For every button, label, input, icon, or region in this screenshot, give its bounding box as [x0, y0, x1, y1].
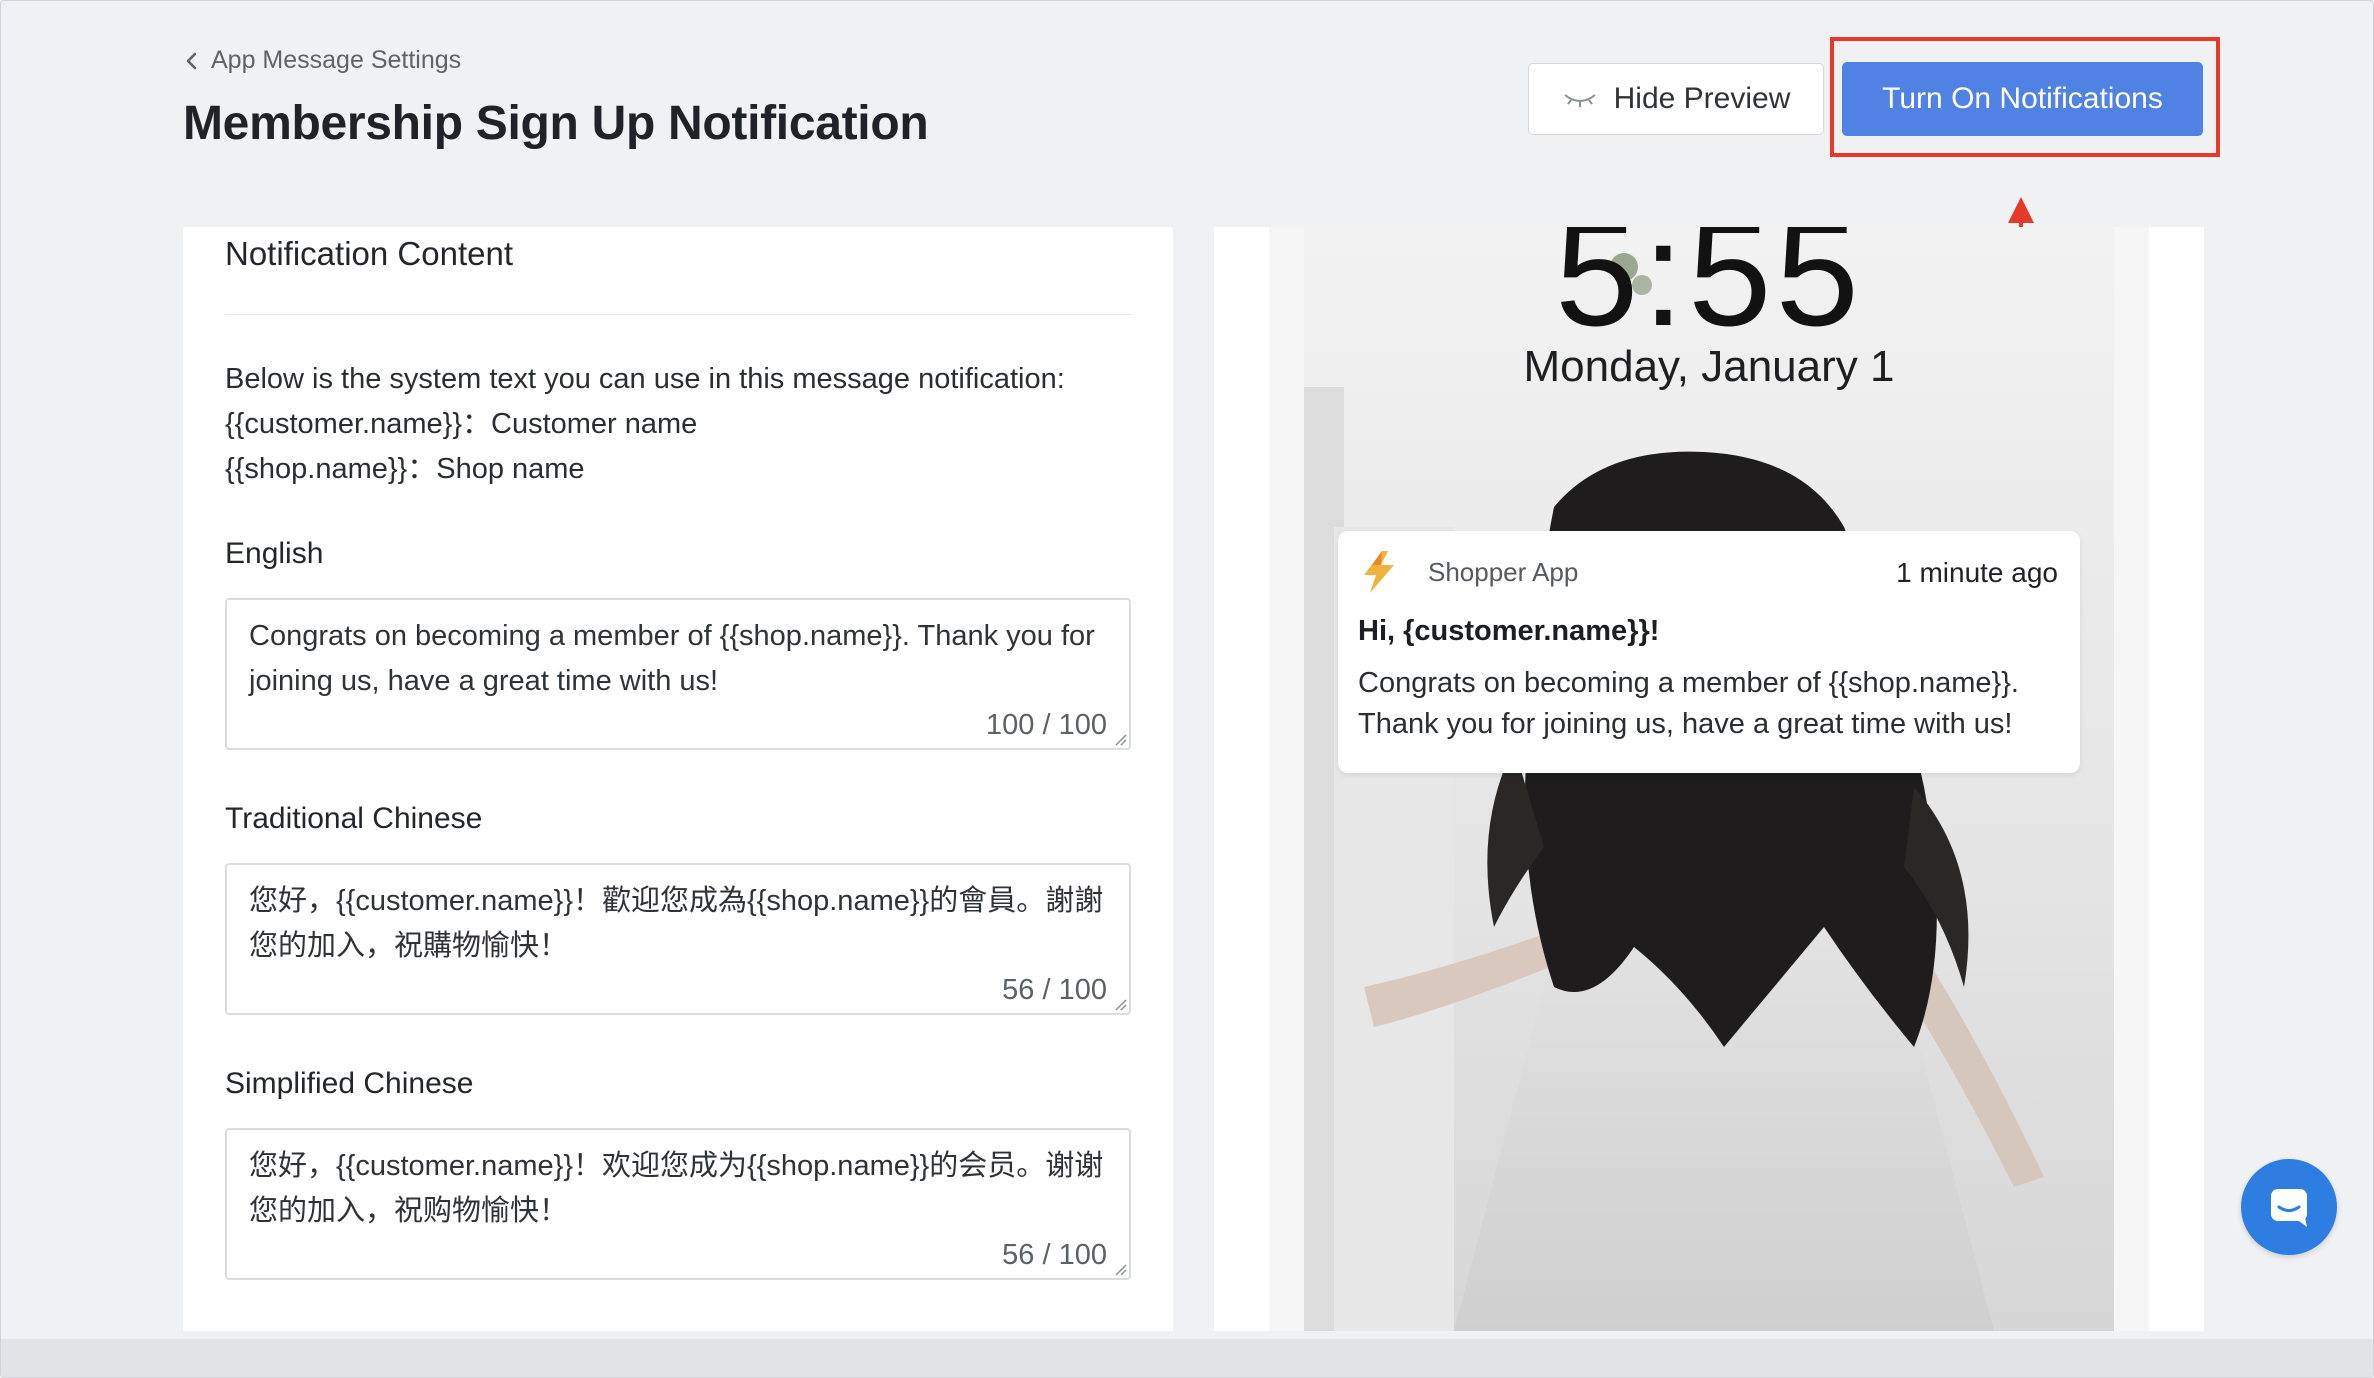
page-title: Membership Sign Up Notification — [183, 97, 929, 150]
english-message-text: Congrats on becoming a member of {{shop.… — [249, 620, 1095, 697]
turn-on-notifications-button[interactable]: Turn On Notifications — [1842, 62, 2203, 136]
chat-launcher-button[interactable] — [2241, 1159, 2337, 1255]
simplified-chinese-label: Simplified Chinese — [225, 1067, 474, 1100]
divider — [225, 314, 1131, 315]
bottom-bar — [1, 1339, 2373, 1377]
resize-handle-icon[interactable] — [1113, 997, 1127, 1011]
system-text-help: Below is the system text you can use in … — [225, 357, 1065, 492]
lock-screen-date: Monday, January 1 — [1523, 342, 1895, 391]
simplified-chinese-message-text: 您好，{{customer.name}}！欢迎您成为{{shop.name}}的… — [249, 1150, 1104, 1227]
traditional-chinese-message-textarea[interactable]: 您好，{{customer.name}}！歡迎您成為{{shop.name}}的… — [225, 863, 1131, 1015]
english-message-textarea[interactable]: Congrats on becoming a member of {{shop.… — [225, 598, 1131, 750]
traditional-chinese-label: Traditional Chinese — [225, 802, 483, 835]
system-text-intro: Below is the system text you can use in … — [225, 363, 1065, 395]
traditional-chinese-message-text: 您好，{{customer.name}}！歡迎您成為{{shop.name}}的… — [249, 885, 1104, 962]
lock-screen-clock: 5:55 — [1555, 227, 1863, 357]
notification-body: Congrats on becoming a member of {{shop.… — [1358, 667, 2019, 740]
chevron-left-icon — [186, 52, 197, 69]
notification-title: Hi, {customer.name}}! — [1358, 615, 1660, 647]
card-title: Notification Content — [225, 235, 513, 272]
resize-handle-icon[interactable] — [1113, 1262, 1127, 1276]
system-variable-customer: {{customer.name}}：Customer name — [225, 408, 698, 440]
phone-preview-card: 5:55 Monday, January 1 Shopper App 1 min… — [1214, 227, 2204, 1331]
chat-bubble-icon — [2271, 1189, 2307, 1227]
breadcrumb-label: App Message Settings — [211, 46, 462, 74]
app-window: App Message Settings Membership Sign Up … — [0, 0, 2374, 1378]
notification-content-card: Notification Content Below is the system… — [183, 227, 1173, 1331]
english-char-count: 100 / 100 — [986, 709, 1107, 741]
phone-lock-screen: 5:55 Monday, January 1 Shopper App 1 min… — [1304, 227, 2114, 1331]
eye-closed-icon — [1564, 94, 1596, 107]
breadcrumb[interactable]: App Message Settings — [181, 46, 461, 75]
simplified-chinese-message-textarea[interactable]: 您好，{{customer.name}}！欢迎您成为{{shop.name}}的… — [225, 1128, 1131, 1280]
english-label: English — [225, 537, 324, 570]
simplified-chinese-char-count: 56 / 100 — [1002, 1239, 1107, 1271]
traditional-chinese-char-count: 56 / 100 — [1002, 974, 1107, 1006]
system-variable-shop: {{shop.name}}：Shop name — [225, 453, 585, 485]
notification-preview: Shopper App 1 minute ago Hi, {customer.n… — [1338, 531, 2080, 773]
wallpaper-image — [1304, 227, 2114, 1331]
hide-preview-button[interactable]: Hide Preview — [1528, 63, 1824, 135]
hide-preview-label: Hide Preview — [1613, 82, 1791, 115]
notification-app-name: Shopper App — [1428, 557, 1579, 587]
resize-handle-icon[interactable] — [1113, 732, 1127, 746]
notification-time: 1 minute ago — [1896, 557, 2058, 588]
lightning-logo-icon — [1364, 551, 1394, 593]
